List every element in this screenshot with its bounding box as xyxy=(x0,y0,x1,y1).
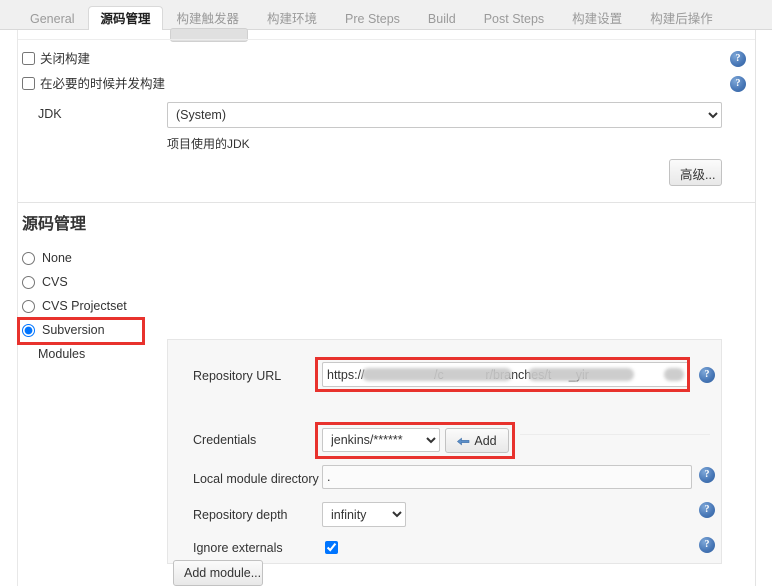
ignore-externals-label: Ignore externals xyxy=(193,541,283,555)
scm-radio-subversion[interactable] xyxy=(22,324,35,337)
tab-build-settings[interactable]: 构建设置 xyxy=(558,7,636,30)
concurrent-build-checkbox[interactable] xyxy=(22,77,35,90)
disable-build-checkbox[interactable] xyxy=(22,52,35,65)
tab-pre-steps[interactable]: Pre Steps xyxy=(331,7,414,30)
jdk-label: JDK xyxy=(38,107,62,121)
tab-source-code-management[interactable]: 源码管理 xyxy=(88,6,163,31)
config-tab-bar: General 源码管理 构建触发器 构建环境 Pre Steps Build … xyxy=(0,0,772,31)
advanced-button[interactable]: 高级... xyxy=(669,159,722,186)
ignore-externals-checkbox[interactable] xyxy=(325,541,338,554)
scm-section-divider xyxy=(18,202,755,203)
repository-depth-select[interactable]: infinity xyxy=(322,502,406,527)
scm-radio-cvs-projectset[interactable] xyxy=(22,300,35,313)
modules-label: Modules xyxy=(38,347,86,361)
help-icon-disable-build[interactable]: ? xyxy=(730,51,746,67)
tab-post-steps[interactable]: Post Steps xyxy=(470,7,558,30)
tab-build-triggers[interactable]: 构建触发器 xyxy=(163,7,254,30)
scm-radio-none[interactable] xyxy=(22,252,35,265)
credentials-label: Credentials xyxy=(193,433,257,447)
credentials-select[interactable]: jenkins/****** xyxy=(322,428,440,452)
jdk-row: JDK (System) xyxy=(0,102,755,130)
scm-section-title: 源码管理 xyxy=(22,216,87,233)
scm-option-subversion-label: Subversion xyxy=(42,323,105,337)
help-icon-repository-depth[interactable]: ? xyxy=(699,502,715,518)
help-icon-concurrent-build[interactable]: ? xyxy=(730,76,746,92)
scm-option-cvs-projectset-label: CVS Projectset xyxy=(42,299,127,313)
tab-build-environment[interactable]: 构建环境 xyxy=(253,7,331,30)
credentials-row-rule xyxy=(520,434,710,435)
tab-general[interactable]: General xyxy=(16,7,88,30)
jdk-help-text: 项目使用的JDK xyxy=(167,137,250,151)
local-module-directory-input[interactable] xyxy=(322,465,692,489)
tab-build[interactable]: Build xyxy=(414,7,470,30)
disable-build-row: 关闭构建 ? xyxy=(0,51,755,75)
repository-url-label: Repository URL xyxy=(193,369,282,383)
redaction-blob-path xyxy=(528,368,634,381)
tab-list: General 源码管理 构建触发器 构建环境 Pre Steps Build … xyxy=(0,0,772,31)
scm-option-none[interactable]: None xyxy=(0,250,300,270)
add-credentials-label: Add xyxy=(474,433,497,448)
help-icon-repository-url[interactable]: ? xyxy=(699,367,715,383)
add-module-button[interactable]: Add module... xyxy=(173,560,263,586)
redaction-blob-host xyxy=(362,368,512,381)
concurrent-build-row: 在必要的时候并发构建 ? xyxy=(0,76,755,100)
config-form: 关闭构建 ? 在必要的时候并发构建 ? JDK (System) 项目使用的JD… xyxy=(0,28,772,586)
tab-post-build-actions[interactable]: 构建后操作 xyxy=(636,7,727,30)
scm-option-none-label: None xyxy=(42,251,72,265)
disable-build-label: 关闭构建 xyxy=(40,52,91,66)
scm-option-cvs-projectset[interactable]: CVS Projectset xyxy=(0,298,300,318)
scm-option-cvs-label: CVS xyxy=(42,275,68,289)
concurrent-build-label: 在必要的时候并发构建 xyxy=(40,77,166,91)
scm-option-cvs[interactable]: CVS xyxy=(0,274,300,294)
add-arrow-icon xyxy=(457,435,470,445)
redaction-blob-branch xyxy=(664,368,684,381)
form-right-rule xyxy=(755,30,756,586)
help-icon-local-module-directory[interactable]: ? xyxy=(699,467,715,483)
local-module-directory-label: Local module directory xyxy=(193,472,319,486)
repository-depth-label: Repository depth xyxy=(193,508,288,522)
top-divider xyxy=(18,39,755,40)
jdk-select[interactable]: (System) xyxy=(167,102,722,128)
scm-radio-cvs[interactable] xyxy=(22,276,35,289)
add-credentials-button[interactable]: Add xyxy=(445,428,509,453)
help-icon-ignore-externals[interactable]: ? xyxy=(699,537,715,553)
